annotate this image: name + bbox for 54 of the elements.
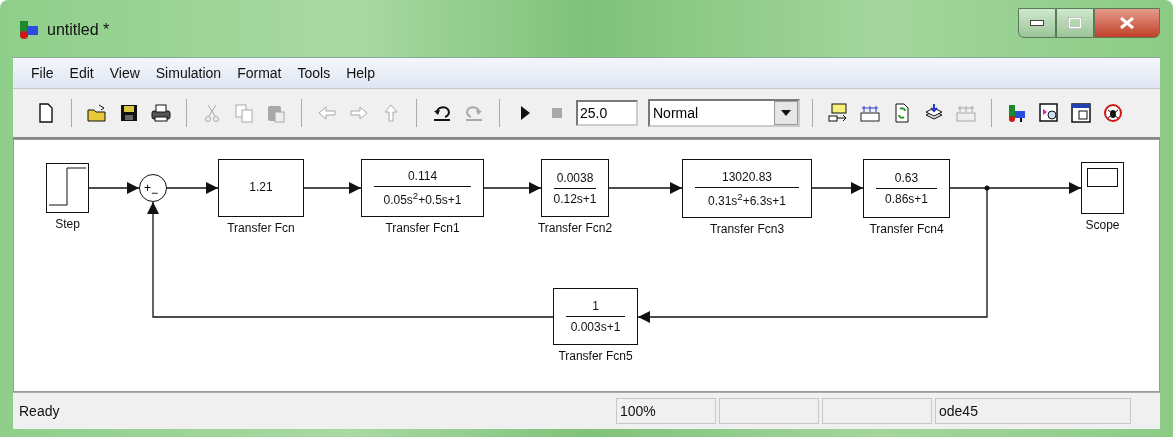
transfer-function-block: 13020.83 0.31s$^{2}$+6.3s+1 — [682, 158, 812, 218]
block-label: Transfer Fcn5 — [558, 348, 633, 363]
printer-icon — [151, 102, 171, 123]
dropdown-arrow-icon — [781, 109, 791, 116]
menu-item[interactable]: Edit — [61, 61, 102, 84]
signal-line — [483, 181, 542, 194]
menu-item[interactable]: File — [23, 61, 62, 84]
block-label: Scope — [1085, 217, 1120, 232]
close-icon — [1120, 17, 1134, 29]
block-label: Transfer Fcn — [227, 220, 295, 235]
app-icon — [19, 20, 39, 40]
transfer-function-block: 0.114 0.05s$^{2}$+0.5s+1 — [361, 158, 484, 217]
menu-item[interactable]: View — [101, 61, 148, 84]
scissors-icon — [202, 102, 222, 123]
block-label: Transfer Fcn2 — [537, 220, 613, 235]
block-label: Transfer Fcn4 — [869, 221, 944, 236]
minimize-icon — [1030, 20, 1044, 26]
maximize-icon — [1068, 17, 1082, 29]
up-arrow-icon — [381, 102, 401, 123]
bug-icon — [1103, 102, 1123, 123]
copy-icon — [234, 102, 254, 123]
transfer-function-block: 1 0.003s+1 — [553, 287, 638, 345]
simulation-mode-dropdown[interactable]: Normal — [648, 98, 800, 127]
folder-icon — [87, 102, 107, 123]
sign-label: − — [151, 186, 158, 199]
block-label: Transfer Fcn3 — [709, 221, 785, 236]
magnifier-window-icon — [1039, 102, 1059, 123]
signal-line — [303, 181, 362, 194]
branch-point — [984, 185, 990, 191]
zoom-level: 100% — [616, 398, 716, 425]
stop-time-field[interactable]: 25.0 — [576, 99, 638, 126]
transfer-function-block: 0.63 0.86s+1 — [863, 158, 950, 218]
solver-name: ode45 — [935, 398, 1131, 425]
scope-block — [1081, 161, 1124, 214]
step-block — [46, 162, 89, 213]
close-button[interactable] — [1094, 8, 1160, 38]
document-icon — [36, 102, 56, 123]
window-icon — [1071, 102, 1091, 123]
transfer-function-block: 0.0038 0.12s+1 — [541, 158, 609, 217]
menu-item[interactable]: Tools — [289, 61, 339, 84]
minimize-button[interactable] — [1018, 8, 1056, 38]
document-arrows-icon — [892, 102, 912, 123]
status-message: Ready — [18, 402, 61, 422]
menu-item[interactable]: Help — [338, 61, 383, 84]
block-library-icon — [1007, 102, 1027, 123]
window-title: untitled * — [47, 21, 110, 39]
block-label: Step — [55, 216, 80, 231]
menu-item[interactable]: Simulation — [147, 61, 230, 84]
sign-label: + — [144, 181, 151, 194]
block-label: Transfer Fcn1 — [385, 220, 460, 235]
chart-block-icon — [828, 102, 848, 123]
transfer-function-block: 1.21 — [218, 158, 304, 217]
menu-item[interactable]: Format — [229, 61, 290, 84]
maximize-button[interactable] — [1056, 8, 1094, 38]
